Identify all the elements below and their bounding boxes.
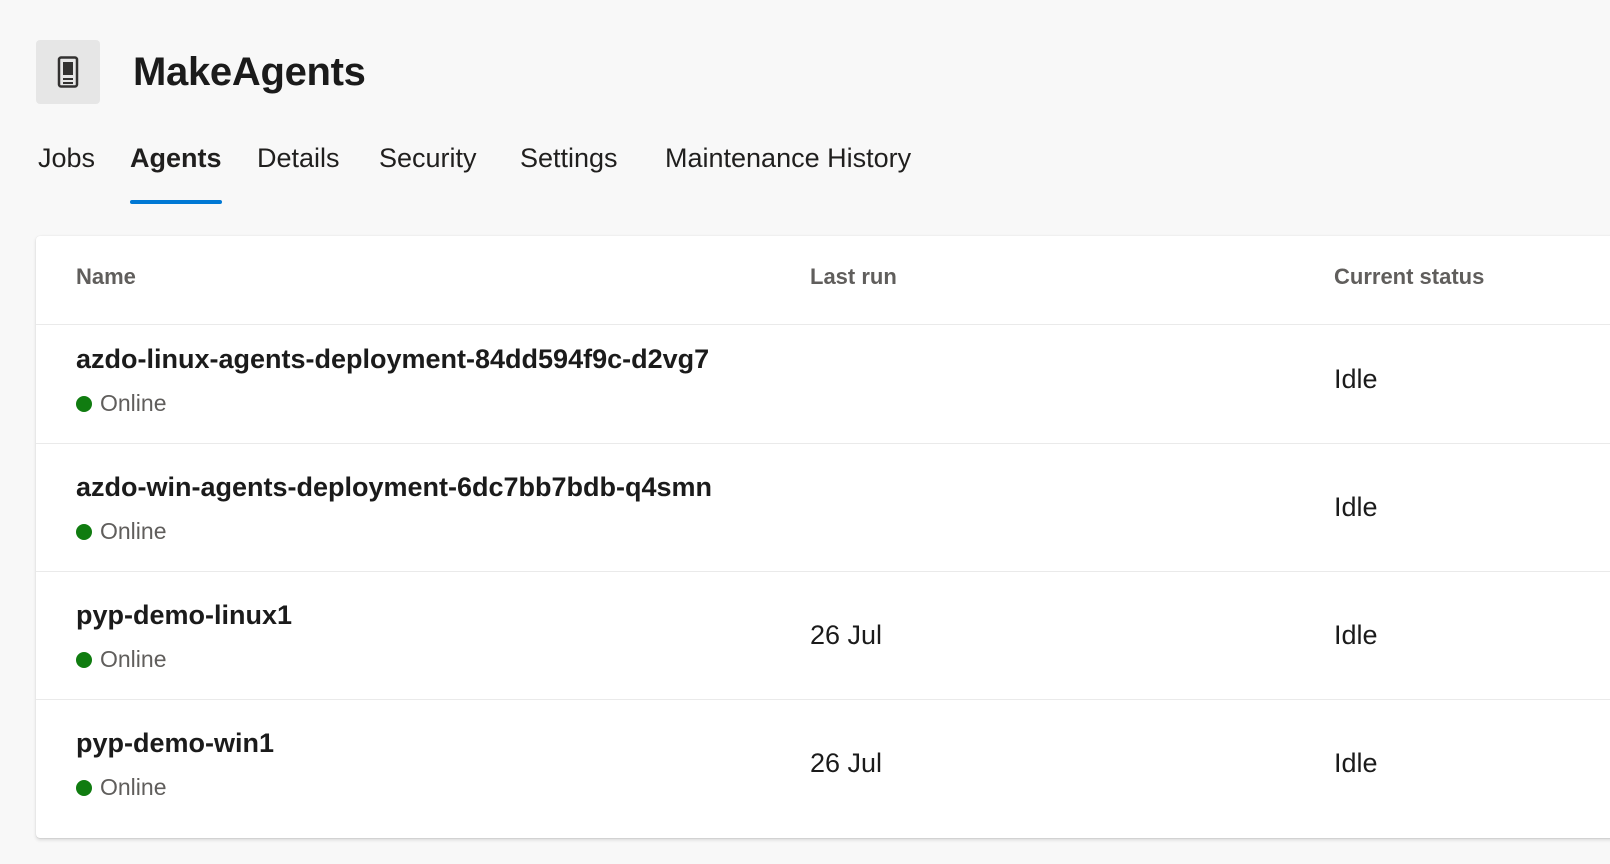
agent-online-state: Online: [76, 518, 166, 545]
tab-security[interactable]: Security: [379, 136, 477, 204]
last-run-cell: 26 Jul: [810, 748, 883, 778]
status-dot-icon: [76, 779, 92, 796]
agent-state-label: Online: [100, 774, 167, 800]
agent-state-label: Online: [100, 390, 167, 416]
agent-name: azdo-linux-agents-deployment-84dd594f9c-…: [76, 344, 710, 374]
page-header: MakeAgents: [36, 40, 366, 104]
agent-state-label: Online: [100, 518, 167, 544]
tab-maintenance-history[interactable]: Maintenance History: [665, 136, 911, 204]
current-status-cell: Idle: [1334, 492, 1378, 522]
status-dot-icon: [76, 395, 92, 412]
column-header-name[interactable]: Name: [76, 264, 136, 290]
tab-agents[interactable]: Agents: [130, 136, 222, 204]
column-header-current-status[interactable]: Current status: [1334, 264, 1484, 290]
table-row[interactable]: azdo-win-agents-deployment-6dc7bb7bdb-q4…: [36, 444, 1610, 572]
tab-jobs[interactable]: Jobs: [38, 136, 95, 204]
agent-pool-icon: [36, 40, 100, 104]
agent-name: pyp-demo-linux1: [76, 600, 293, 630]
page-title: MakeAgents: [133, 49, 366, 94]
table-row[interactable]: pyp-demo-win1 Online 26 Jul Idle: [36, 700, 1610, 828]
tab-details[interactable]: Details: [257, 136, 340, 204]
tab-settings[interactable]: Settings: [520, 136, 618, 204]
agent-state-label: Online: [100, 646, 167, 672]
agent-online-state: Online: [76, 774, 166, 801]
agents-table: Name Last run Current status azdo-linux-…: [36, 236, 1610, 838]
table-header: Name Last run Current status: [36, 236, 1610, 325]
agent-name: pyp-demo-win1: [76, 728, 275, 758]
status-dot-icon: [76, 523, 92, 540]
table-row[interactable]: pyp-demo-linux1 Online 26 Jul Idle: [36, 572, 1610, 700]
current-status-cell: Idle: [1334, 364, 1378, 394]
agent-online-state: Online: [76, 646, 166, 673]
status-dot-icon: [76, 651, 92, 668]
agent-name: azdo-win-agents-deployment-6dc7bb7bdb-q4…: [76, 472, 713, 502]
agent-online-state: Online: [76, 390, 166, 417]
table-row[interactable]: azdo-linux-agents-deployment-84dd594f9c-…: [36, 316, 1610, 444]
last-run-cell: 26 Jul: [810, 620, 883, 650]
current-status-cell: Idle: [1334, 620, 1378, 650]
column-header-last-run[interactable]: Last run: [810, 264, 897, 290]
current-status-cell: Idle: [1334, 748, 1378, 778]
